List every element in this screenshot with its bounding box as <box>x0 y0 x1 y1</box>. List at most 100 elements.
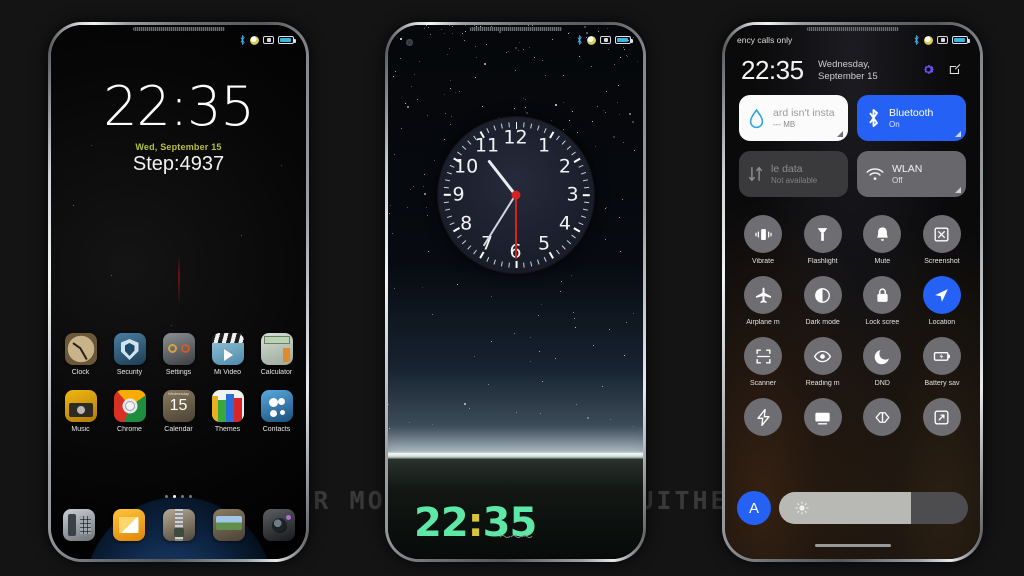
toggle-resize[interactable] <box>916 398 968 441</box>
toggle-vibrate[interactable]: Vibrate <box>737 215 789 265</box>
clock-tick <box>582 179 588 182</box>
app-calculator[interactable]: Calculator <box>255 333 298 376</box>
home-indicator-bar[interactable] <box>814 544 891 547</box>
clock-tick <box>466 245 471 250</box>
app-chrome[interactable]: Chrome <box>108 390 151 433</box>
phone2-status-bar <box>388 33 643 47</box>
app-contacts[interactable]: Contacts <box>255 390 298 433</box>
clock-tick <box>507 262 510 268</box>
screenshot-icon <box>934 226 949 242</box>
clock-tick <box>443 194 451 196</box>
gallery-icon <box>212 509 245 541</box>
app-clock[interactable]: Clock <box>59 333 102 376</box>
toggle-reading-mode[interactable]: Reading m <box>797 337 849 387</box>
app-mi-video[interactable]: Mi Video <box>206 333 249 376</box>
dark-mode-icon <box>815 287 831 303</box>
toggle-battery-saver[interactable]: Battery sav <box>916 337 968 387</box>
app-label: Calculator <box>260 369 293 376</box>
clock-numeral: 2 <box>558 155 571 177</box>
mobile-data-icon <box>748 166 763 182</box>
app-label: Chrome <box>117 426 142 433</box>
gear-icon[interactable] <box>921 62 936 77</box>
tile-storage[interactable]: ard isn't insta --- MB <box>739 95 848 141</box>
clock-numeral: 3 <box>566 183 579 206</box>
toggle-cast-screen[interactable] <box>797 398 849 441</box>
dock-file-manager[interactable] <box>157 509 200 541</box>
chrome-icon <box>113 390 146 422</box>
toggle-label: Battery sav <box>924 380 960 387</box>
clock-tick <box>583 186 589 189</box>
toggle-dnd[interactable]: DND <box>856 337 908 387</box>
app-calendar[interactable]: Calendar <box>157 390 200 433</box>
brightness-slider[interactable] <box>779 492 968 524</box>
app-security[interactable]: Security <box>108 333 151 376</box>
clock-tick <box>566 240 571 245</box>
clock-tick <box>529 123 532 129</box>
big-tiles-row-2: le data Not available WLAN Off <box>739 151 966 197</box>
tile-subtitle: On <box>889 119 900 129</box>
clock-numeral: 10 <box>454 155 479 177</box>
digital-hours: 22 <box>414 500 469 546</box>
toggle-label: Scanner <box>749 380 777 387</box>
toggle-mute[interactable]: Mute <box>856 215 908 265</box>
toggle-circle <box>922 398 961 436</box>
clock-tick <box>573 157 580 163</box>
wifi-icon <box>866 167 884 180</box>
app-label: Security <box>116 369 143 376</box>
settings-gears-icon <box>162 333 195 365</box>
clock-tick <box>485 256 489 262</box>
toggle-label: Vibrate <box>751 258 775 265</box>
tile-expand-corner[interactable] <box>955 131 961 137</box>
vibrate-icon <box>754 228 772 240</box>
app-label: Settings <box>165 369 192 376</box>
app-themes[interactable]: Themes <box>206 390 249 433</box>
dock-messages[interactable] <box>107 509 150 541</box>
bluetooth-icon <box>914 35 919 45</box>
edit-icon[interactable] <box>948 63 962 77</box>
clock-tick <box>570 234 576 239</box>
toggle-circle <box>803 398 842 436</box>
toggle-lock-screen[interactable]: Lock scree <box>856 276 908 326</box>
clock-tick <box>577 164 583 168</box>
dock-phone[interactable] <box>57 509 100 541</box>
analog-clock-widget[interactable]: 123456789101112 <box>437 117 594 273</box>
toggle-circle <box>863 276 902 314</box>
toggle-circle <box>744 276 782 314</box>
screenshot-stage: VISIT FOR MORE THEMES - MIUITHEMER.COM <box>0 0 1024 576</box>
toggle-airplane-mode[interactable]: Airplane m <box>737 276 789 326</box>
home-page-indicator[interactable] <box>51 495 306 498</box>
clock-tick <box>580 171 586 175</box>
airplane-icon <box>755 287 771 303</box>
tile-expand-corner[interactable] <box>955 187 961 193</box>
toggle-lightning[interactable] <box>737 398 789 441</box>
app-music[interactable]: Music <box>59 390 102 433</box>
toggle-scanner[interactable]: Scanner <box>737 337 789 387</box>
tile-wlan[interactable]: WLAN Off <box>857 151 966 197</box>
toggle-dark-mode[interactable]: Dark mode <box>797 276 849 326</box>
clock-tick <box>492 259 496 265</box>
auto-brightness-button[interactable]: A <box>737 491 771 525</box>
toggle-label: DND <box>874 380 890 387</box>
toggle-screenshot[interactable]: Screenshot <box>916 215 968 265</box>
clock-tick <box>461 240 466 245</box>
themes-icon <box>211 390 244 422</box>
toggle-row-1: Vibrate Flashlight Mute Screenshot <box>737 215 968 265</box>
toggle-location[interactable]: Location <box>916 276 968 326</box>
file-manager-icon <box>162 509 195 541</box>
app-row-2: Music Chrome Calendar Themes <box>59 390 298 433</box>
dock-camera[interactable] <box>257 509 300 541</box>
date-line-1: Wednesday, <box>818 59 870 70</box>
calendar-icon <box>162 390 195 422</box>
dock-gallery[interactable] <box>207 509 250 541</box>
clock-tick <box>561 140 566 145</box>
toggle-row-3: Scanner Reading m DND Battery sav <box>737 337 968 387</box>
alarm-icon <box>587 35 596 45</box>
tile-subtitle: --- MB <box>773 119 796 129</box>
app-settings[interactable]: Settings <box>157 333 200 376</box>
tile-expand-corner[interactable] <box>837 131 843 137</box>
toggle-flashlight[interactable]: Flashlight <box>797 215 849 265</box>
tile-mobile-data[interactable]: le data Not available <box>739 151 848 197</box>
toggle-video-toolbox[interactable] <box>856 398 908 441</box>
tile-bluetooth[interactable]: Bluetooth On <box>857 95 966 141</box>
toggle-label: Dark mode <box>805 319 840 326</box>
